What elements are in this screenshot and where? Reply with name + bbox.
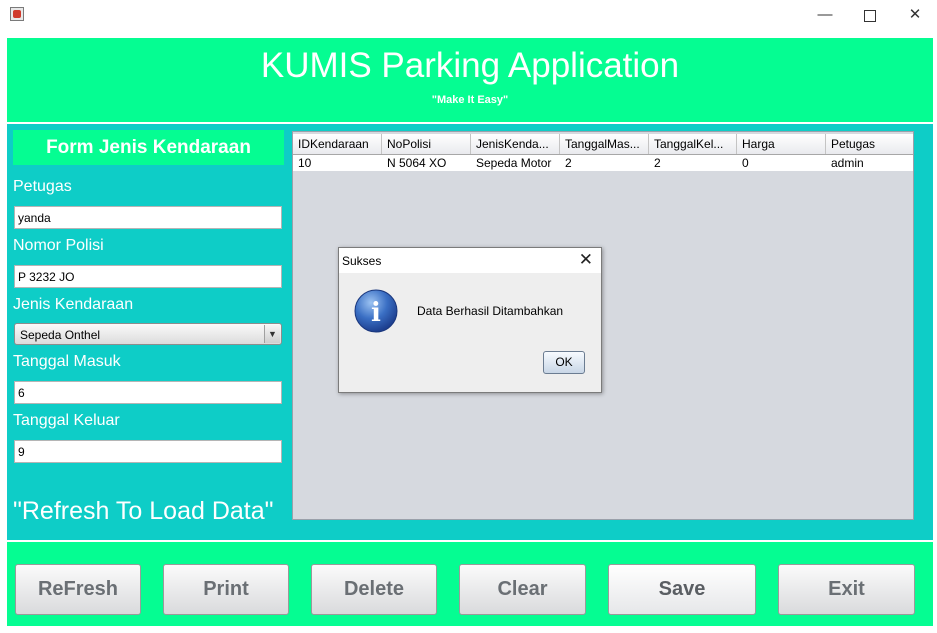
exit-button[interactable]: Exit [778, 564, 915, 615]
petugas-input[interactable] [14, 206, 282, 229]
refresh-hint: "Refresh To Load Data" [13, 497, 274, 525]
app-header: KUMIS Parking Application "Make It Easy" [7, 38, 933, 122]
delete-button[interactable]: Delete [311, 564, 437, 615]
refresh-button[interactable]: ReFresh [15, 564, 141, 615]
petugas-label: Petugas [13, 178, 72, 195]
column-header[interactable]: TanggalMas... [560, 134, 649, 154]
table-header: IDKendaraan NoPolisi JenisKenda... Tangg… [293, 134, 913, 155]
jenis-kendaraan-label: Jenis Kendaraan [13, 296, 134, 313]
dropdown-arrow-icon[interactable]: ▼ [264, 325, 280, 343]
column-header[interactable]: NoPolisi [382, 134, 471, 154]
column-header[interactable]: Petugas [826, 134, 913, 154]
app-title: KUMIS Parking Application [260, 46, 680, 85]
dialog-message: Data Berhasil Ditambahkan [417, 304, 564, 318]
tanggal-keluar-input[interactable] [14, 440, 282, 463]
print-button[interactable]: Print [163, 564, 289, 615]
table-cell: Sepeda Motor [476, 156, 552, 170]
tanggal-keluar-label: Tanggal Keluar [13, 412, 120, 429]
information-icon-letter: i [371, 298, 381, 328]
java-app-icon [10, 7, 24, 21]
nomor-polisi-label: Nomor Polisi [13, 237, 104, 254]
form-title: Form Jenis Kendaraan [13, 130, 284, 165]
save-button[interactable]: Save [608, 564, 756, 615]
table-cell: admin [831, 156, 864, 170]
jenis-kendaraan-select[interactable]: Sepeda Onthel ▼ [14, 323, 282, 345]
information-icon: i [354, 289, 398, 333]
dialog-close-icon[interactable]: ✕ [579, 250, 593, 270]
table-cell: 2 [654, 156, 661, 170]
tanggal-masuk-label: Tanggal Masuk [13, 353, 121, 370]
ok-button[interactable]: OK [543, 351, 585, 374]
maximize-icon[interactable] [847, 0, 893, 30]
table-cell: 2 [565, 156, 572, 170]
minimize-icon[interactable]: — [802, 0, 848, 30]
app-subtitle: "Make It Easy" [431, 94, 509, 106]
tanggal-masuk-input[interactable] [14, 381, 282, 404]
column-header[interactable]: Harga [737, 134, 826, 154]
clear-button[interactable]: Clear [459, 564, 586, 615]
window-titlebar: — ✕ [0, 0, 937, 30]
close-icon[interactable]: ✕ [892, 0, 937, 30]
table-cell: 10 [298, 156, 312, 170]
column-header[interactable]: TanggalKel... [649, 134, 737, 154]
column-header[interactable]: JenisKenda... [471, 134, 560, 154]
table-cell: 0 [742, 156, 749, 170]
table-row[interactable]: 10 N 5064 XO Sepeda Motor 2 2 0 admin [293, 155, 913, 171]
dialog-titlebar: Sukses ✕ [339, 248, 601, 273]
dialog-title: Sukses [342, 254, 382, 268]
table-cell: N 5064 XO [387, 156, 447, 170]
success-dialog: Sukses ✕ i Data Berhasil Ditambahkan OK [338, 247, 602, 393]
column-header[interactable]: IDKendaraan [293, 134, 382, 154]
nomor-polisi-input[interactable] [14, 265, 282, 288]
jenis-kendaraan-value: Sepeda Onthel [20, 328, 101, 342]
